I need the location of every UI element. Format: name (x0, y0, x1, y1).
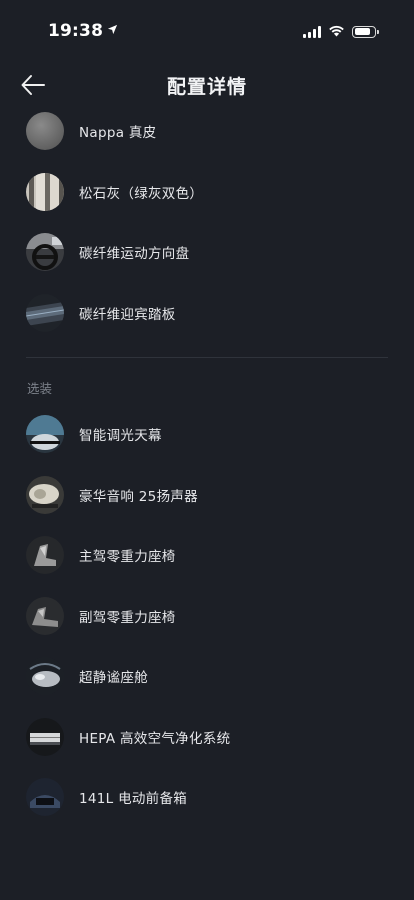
item-label: 副驾零重力座椅 (79, 609, 176, 626)
list-item[interactable]: 碳纤维迎宾踏板 (0, 283, 414, 344)
wifi-icon (328, 22, 345, 41)
passenger-seat-thumbnail (26, 596, 64, 635)
optional-items: 智能调光天幕豪华音响 25扬声器 主驾零重力座椅 副驾零重力座椅 超静谧座舱 HEPA … (0, 404, 414, 828)
list-item[interactable]: 碳纤维运动方向盘 (0, 222, 414, 283)
air-filter-thumbnail (26, 717, 64, 756)
location-arrow-icon (107, 20, 118, 40)
config-list: Nappa 真皮松石灰（绿灰双色） 碳纤维运动方向盘 碳纤维迎宾踏板 选装 智能调光… (0, 101, 414, 828)
list-item[interactable]: 141L 电动前备箱 (0, 767, 414, 828)
battery-fill (354, 28, 370, 35)
list-item[interactable]: 智能调光天幕 (0, 404, 414, 465)
list-item[interactable]: 主驾零重力座椅 (0, 525, 414, 586)
front-trunk-thumbnail (26, 778, 64, 817)
cellular-signal-icon (303, 25, 321, 38)
steering-wheel-thumbnail (26, 233, 64, 272)
list-item[interactable]: Nappa 真皮 (0, 101, 414, 162)
time-text: 19:38 (48, 21, 104, 41)
item-label: 主驾零重力座椅 (79, 549, 176, 566)
item-label: 超静谧座舱 (79, 670, 148, 687)
item-label: 豪华音响 25扬声器 (79, 488, 198, 505)
item-label: 141L 电动前备箱 (79, 791, 188, 808)
divider (26, 357, 388, 358)
list-item[interactable]: 松石灰（绿灰双色） (0, 162, 414, 223)
section-title-optional: 选装 (27, 381, 53, 396)
door-sill-thumbnail (26, 293, 64, 332)
status-bar: 19:38 (0, 0, 414, 60)
list-item[interactable]: HEPA 高效空气净化系统 (0, 707, 414, 768)
list-item[interactable]: 副驾零重力座椅 (0, 586, 414, 647)
two-tone-swatch-thumbnail (26, 172, 64, 211)
item-label: 碳纤维迎宾踏板 (79, 306, 176, 323)
sunroof-thumbnail (26, 415, 64, 454)
item-label: 碳纤维运动方向盘 (79, 246, 190, 263)
item-label: 松石灰（绿灰双色） (79, 185, 204, 202)
page-title: 配置详情 (166, 76, 247, 98)
speaker-thumbnail (26, 475, 64, 514)
item-label: 智能调光天幕 (79, 428, 162, 445)
list-item[interactable]: 超静谧座舱 (0, 646, 414, 707)
item-label: Nappa 真皮 (79, 125, 157, 142)
cabin-thumbnail (26, 657, 64, 696)
leather-swatch-thumbnail (26, 112, 64, 151)
status-time: 19:38 (48, 20, 118, 41)
driver-seat-thumbnail (26, 536, 64, 575)
standard-items: Nappa 真皮松石灰（绿灰双色） 碳纤维运动方向盘 碳纤维迎宾踏板 (0, 101, 414, 343)
status-icons (303, 22, 379, 41)
battery-icon (352, 25, 379, 38)
list-item[interactable]: 豪华音响 25扬声器 (0, 465, 414, 526)
item-label: HEPA 高效空气净化系统 (79, 730, 231, 747)
